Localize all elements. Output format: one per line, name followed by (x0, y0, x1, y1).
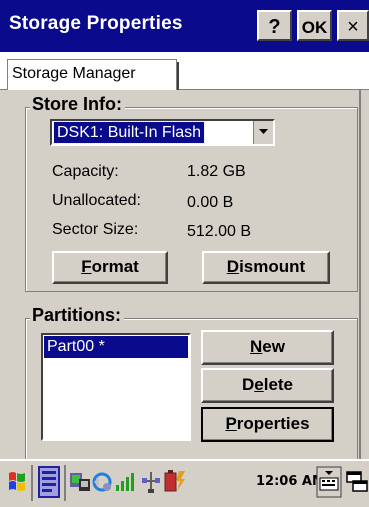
unallocated-label: Unallocated: (52, 192, 141, 209)
partitions-label: Partitions: (30, 305, 125, 326)
delete-button[interactable]: Delete (201, 368, 334, 403)
dismount-button[interactable]: Dismount (202, 251, 330, 284)
delete-label: lete (263, 375, 294, 394)
store-select-value: DSK1: Built-In Flash (52, 121, 206, 144)
connection-icon[interactable] (69, 469, 91, 498)
dismount-mnemonic: D (226, 257, 240, 276)
taskbar-separator (31, 465, 33, 501)
dismount-label: ismount (239, 257, 306, 276)
format-mnemonic: F (81, 257, 92, 276)
signal-icon[interactable] (115, 469, 137, 498)
capacity-label: Capacity: (52, 163, 119, 180)
store-info-label: Store Info: (30, 94, 125, 115)
new-mnemonic: N (250, 337, 263, 356)
screen: Storage Properties ? OK × Storage Manage… (0, 0, 369, 507)
properties-mnemonic: P (225, 414, 237, 433)
close-button[interactable]: × (337, 10, 369, 41)
unallocated-value: 0.00 B (187, 194, 234, 211)
partitions-list[interactable]: Part00 * (41, 333, 191, 441)
ok-button[interactable]: OK (297, 10, 332, 41)
desktop-icon[interactable] (346, 471, 368, 498)
tab-storage-manager[interactable]: Storage Manager (7, 59, 179, 90)
store-select[interactable]: DSK1: Built-In Flash (50, 119, 275, 146)
taskbar-separator (64, 465, 66, 501)
keyboard-icon[interactable] (316, 466, 342, 503)
delete-mnemonic: e (254, 375, 264, 394)
format-button[interactable]: Format (52, 251, 168, 284)
help-button[interactable]: ? (257, 10, 292, 41)
battery-icon[interactable] (163, 467, 187, 500)
title-bar: Storage Properties ? OK × (0, 0, 369, 52)
properties-label: roperties (236, 414, 310, 433)
capacity-value: 1.82 GB (187, 163, 246, 180)
clock[interactable]: 12:06 AM (256, 474, 325, 489)
delete-prefix: D (241, 375, 255, 394)
format-label: ormat (91, 257, 139, 276)
new-label: ew (262, 337, 285, 356)
start-flag-icon[interactable] (6, 469, 28, 500)
taskbar: 12:06 AM (0, 459, 369, 507)
notes-icon[interactable] (38, 466, 60, 503)
sector-size-label: Sector Size: (52, 221, 139, 238)
usb-icon[interactable] (140, 470, 162, 499)
panel-edge (359, 89, 361, 459)
list-item[interactable]: Part00 * (44, 336, 188, 358)
sync-icon[interactable] (91, 471, 113, 498)
properties-button[interactable]: Properties (201, 407, 334, 442)
window-title: Storage Properties (9, 13, 183, 34)
new-button[interactable]: New (201, 330, 334, 365)
sector-size-value: 512.00 B (187, 223, 252, 240)
chevron-down-icon[interactable] (253, 121, 273, 144)
